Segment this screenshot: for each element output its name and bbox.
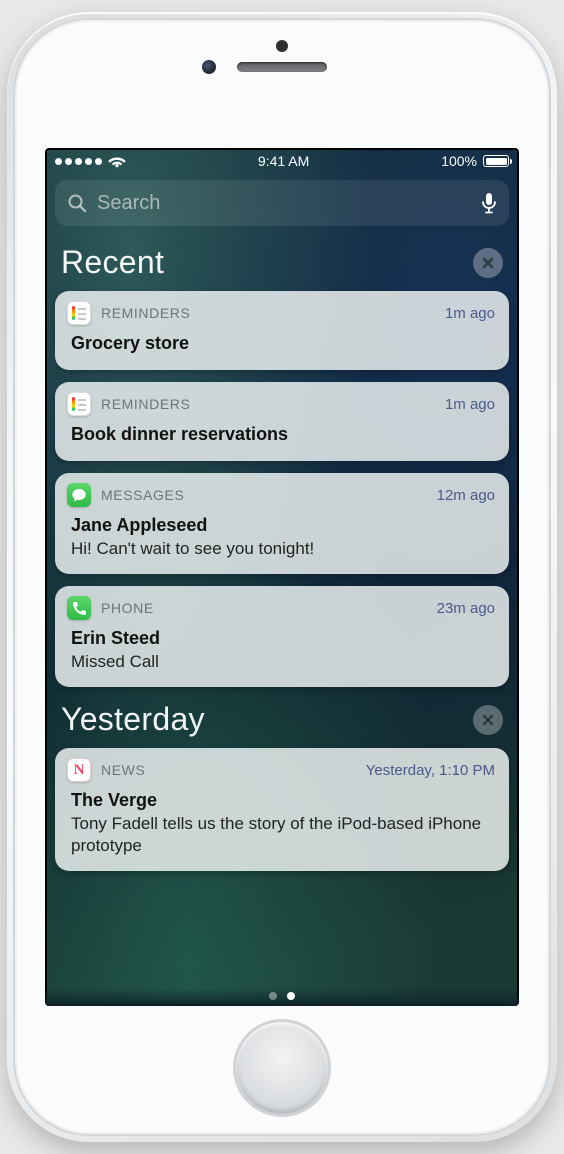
phone-app-icon xyxy=(67,596,91,620)
notifications-scroll[interactable]: RecentREMINDERS1m agoGrocery storeREMIND… xyxy=(45,230,519,984)
notification-card[interactable]: N NEWS Yesterday, 1:10 PM The VergeTony Fad… xyxy=(55,748,509,871)
page-indicator[interactable] xyxy=(45,992,519,1000)
notification-app-name: REMINDERS xyxy=(101,396,435,412)
section-title: Yesterday xyxy=(61,701,205,738)
status-time: 9:41 AM xyxy=(258,153,309,169)
wifi-icon xyxy=(108,155,126,168)
proximity-sensor xyxy=(276,40,288,52)
screen: 9:41 AM 100% xyxy=(45,148,519,1006)
notification-card[interactable]: PHONE 23m ago Erin SteedMissed Call xyxy=(55,586,509,687)
notification-body: Hi! Can't wait to see you tonight! xyxy=(71,538,493,560)
front-camera xyxy=(202,60,216,74)
news-app-icon: N xyxy=(67,758,91,782)
notification-app-name: PHONE xyxy=(101,600,427,616)
status-bar: 9:41 AM 100% xyxy=(45,148,519,174)
battery-icon xyxy=(483,155,509,167)
battery-percent: 100% xyxy=(441,153,477,169)
notification-time: 1m ago xyxy=(445,305,495,322)
notification-time: 23m ago xyxy=(437,600,495,617)
notification-title: The Verge xyxy=(71,790,493,811)
notification-card[interactable]: REMINDERS 1m ago Grocery store xyxy=(55,291,509,370)
notification-app-name: NEWS xyxy=(101,762,356,778)
notification-app-name: REMINDERS xyxy=(101,305,435,321)
messages-app-icon xyxy=(67,483,91,507)
clear-section-button[interactable] xyxy=(473,248,503,278)
page-dot[interactable] xyxy=(269,992,277,1000)
notification-time: Yesterday, 1:10 PM xyxy=(366,762,495,779)
home-button[interactable] xyxy=(236,1022,328,1114)
notification-title: Grocery store xyxy=(71,333,493,354)
search-input[interactable] xyxy=(97,192,471,215)
reminders-app-icon xyxy=(67,301,91,325)
reminders-app-icon xyxy=(67,392,91,416)
signal-strength-icon xyxy=(55,158,102,165)
notification-body: Missed Call xyxy=(71,651,493,673)
notification-body: Tony Fadell tells us the story of the iP… xyxy=(71,813,493,857)
notification-title: Jane Appleseed xyxy=(71,515,493,536)
earpiece-speaker xyxy=(237,62,327,72)
notification-time: 1m ago xyxy=(445,396,495,413)
search-bar[interactable] xyxy=(55,180,509,226)
notification-card[interactable]: REMINDERS 1m ago Book dinner reservations xyxy=(55,382,509,461)
search-icon xyxy=(67,193,87,213)
device-frame: 9:41 AM 100% xyxy=(7,12,557,1142)
notification-title: Erin Steed xyxy=(71,628,493,649)
notification-time: 12m ago xyxy=(437,487,495,504)
notification-app-name: MESSAGES xyxy=(101,487,427,503)
page-dot[interactable] xyxy=(287,992,295,1000)
clear-section-button[interactable] xyxy=(473,705,503,735)
notification-card[interactable]: MESSAGES 12m ago Jane AppleseedHi! Can't w… xyxy=(55,473,509,574)
notification-title: Book dinner reservations xyxy=(71,424,493,445)
section-title: Recent xyxy=(61,244,164,281)
dictation-icon[interactable] xyxy=(481,192,497,214)
